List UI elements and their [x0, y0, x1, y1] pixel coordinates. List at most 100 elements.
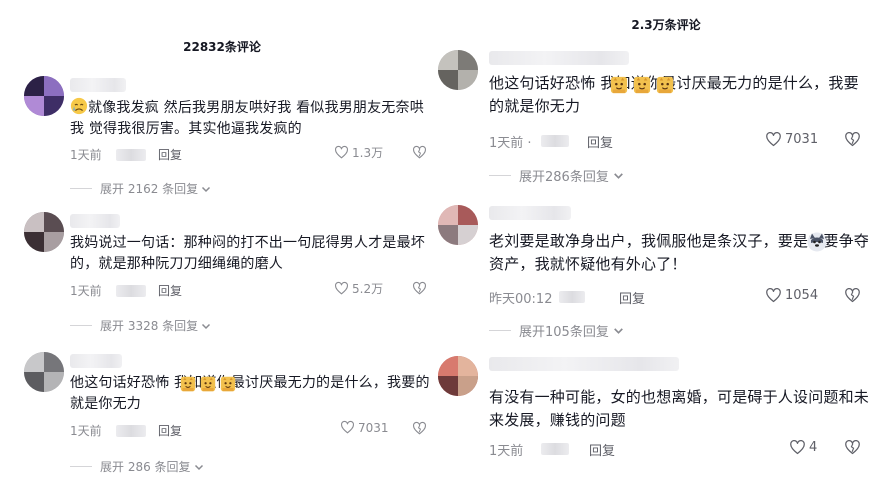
avatar[interactable]: [438, 50, 478, 90]
expand-replies-label: 展开 286 条回复: [100, 460, 191, 474]
avatar[interactable]: [438, 356, 478, 396]
husky-emoji-icon: [807, 232, 827, 252]
comment-time: 1天前 ·: [489, 136, 532, 151]
comment-time: 1天前: [70, 148, 102, 162]
like-button[interactable]: 7031: [340, 420, 389, 435]
cat-emoji-icon: [220, 376, 236, 392]
right-comment-panel: 2.3万条评论 他这句话好恐怖 我知道你最讨厌最无力的是什么，我要的就是你无力 …: [438, 0, 888, 484]
comment-text: 他这句话好恐怖 我知道你最讨厌最无力的是什么，我要的就是你无力: [70, 373, 430, 415]
dislike-icon[interactable]: [412, 281, 427, 296]
heart-outline-icon: [765, 131, 782, 148]
reply-button[interactable]: 回复: [158, 282, 182, 299]
heart-outline-icon: [789, 439, 806, 456]
like-button[interactable]: 7031: [765, 131, 818, 148]
heart-outline-icon: [340, 420, 355, 435]
cat-emoji-icon: [200, 376, 216, 392]
location-blurred: [116, 285, 146, 297]
comment-time: 1天前: [70, 424, 102, 438]
like-count: 7031: [358, 420, 389, 435]
divider-line: [70, 188, 92, 189]
dislike-icon[interactable]: [844, 439, 861, 456]
dislike-icon[interactable]: [844, 287, 861, 304]
comment-time: 昨天00:12: [489, 292, 553, 307]
avatar[interactable]: [24, 76, 64, 116]
comment-item: 就像我发疯 然后我男朋友哄好我 看似我男朋友无奈哄我 觉得我很厉害。其实他逼我发…: [0, 76, 444, 196]
emoji-group: [610, 76, 680, 94]
expand-replies-label: 展开 2162 条回复: [100, 182, 199, 196]
expand-replies[interactable]: 展开286条回复: [489, 166, 625, 185]
comment-item: 他这句话好恐怖 我知道你最讨厌最无力的是什么，我要的就是你无力 1天前 · 回复…: [438, 50, 888, 190]
expand-replies[interactable]: 展开 2162 条回复: [70, 180, 212, 197]
comment-text: 我妈说过一句话：那种闷的打不出一句屁得男人才是最坏的，就是那种阮刀刀细绳绳的磨人: [70, 235, 425, 272]
like-button[interactable]: 1054: [765, 287, 818, 304]
heart-outline-icon: [334, 281, 349, 296]
heart-outline-icon: [334, 145, 349, 160]
like-count: 4: [809, 440, 818, 455]
reply-button[interactable]: 回复: [619, 288, 645, 307]
divider-line: [70, 466, 92, 467]
comment-item: 有没有一种可能，女的也想离婚，可是碍于人设问题和未来发展，赚钱的问题 1天前 回…: [438, 356, 888, 476]
comment-meta: 1天前 回复 7031: [70, 420, 440, 440]
username[interactable]: [489, 357, 679, 371]
comment-time: 1天前: [70, 284, 102, 298]
comment-text-content: 就像我发疯 然后我男朋友哄好我 看似我男朋友无奈哄我 觉得我很厉害。其实他逼我发…: [70, 100, 424, 137]
chevron-down-icon: [612, 169, 625, 182]
avatar[interactable]: [438, 205, 478, 245]
comment-text: 就像我发疯 然后我男朋友哄好我 看似我男朋友无奈哄我 觉得我很厉害。其实他逼我发…: [70, 97, 430, 140]
location-blurred: [116, 149, 146, 161]
username[interactable]: [70, 354, 122, 368]
location-blurred: [559, 291, 585, 303]
reply-button[interactable]: 回复: [158, 422, 182, 439]
comment-item: 老刘要是敢净身出户，我佩服他是条汉子，要是非要争夺资产，我就怀疑他有外心了！ 昨…: [438, 205, 888, 345]
expand-replies-label: 展开105条回复: [519, 325, 609, 340]
comment-meta: 昨天00:12 回复 1054: [489, 287, 869, 307]
cat-emoji-icon: [180, 376, 196, 392]
reply-button[interactable]: 回复: [589, 440, 615, 459]
location-blurred: [541, 135, 569, 147]
comment-count-header: 2.3万条评论: [631, 18, 701, 32]
divider-line: [489, 175, 511, 176]
chevron-down-icon: [200, 320, 212, 332]
comment-meta: 1天前 回复 5.2万: [70, 280, 440, 300]
location-blurred: [116, 425, 146, 437]
dislike-icon[interactable]: [844, 131, 861, 148]
like-button[interactable]: 5.2万: [334, 280, 383, 297]
comment-meta: 1天前 回复 4: [489, 439, 869, 459]
expand-replies-label: 展开286条回复: [519, 170, 609, 185]
comment-text: 有没有一种可能，女的也想离婚，可是碍于人设问题和未来发展，赚钱的问题: [489, 388, 870, 429]
avatar[interactable]: [24, 352, 64, 392]
username[interactable]: [70, 214, 120, 228]
dislike-icon[interactable]: [412, 421, 427, 436]
reply-button[interactable]: 回复: [587, 132, 613, 151]
cat-emoji-icon: [610, 76, 628, 94]
comment-text-content: 他这句话好恐怖 我知道你最讨厌最无力的是什么，我要的就是你无力: [70, 375, 430, 412]
dislike-icon[interactable]: [412, 145, 427, 160]
like-button[interactable]: 4: [789, 439, 817, 456]
expand-replies[interactable]: 展开 3328 条回复: [70, 317, 212, 334]
heart-outline-icon: [765, 287, 782, 304]
reply-button[interactable]: 回复: [158, 146, 182, 163]
comment-meta: 1天前 · 回复 7031: [489, 131, 869, 151]
comment-meta: 1天前 回复 1.3万: [70, 144, 440, 164]
username[interactable]: [70, 78, 126, 92]
expand-replies[interactable]: 展开105条回复: [489, 321, 625, 340]
chevron-down-icon: [200, 183, 212, 195]
comment-time: 1天前: [489, 444, 524, 459]
like-count: 7031: [785, 132, 819, 147]
divider-line: [70, 325, 92, 326]
chevron-down-icon: [193, 461, 205, 473]
expand-replies[interactable]: 展开 286 条回复: [70, 458, 205, 475]
comment-item: 我妈说过一句话：那种闷的打不出一句屁得男人才是最坏的，就是那种阮刀刀细绳绳的磨人…: [0, 212, 444, 334]
left-comment-panel: 22832条评论 就像我发疯 然后我男朋友哄好我 看似我男朋友无奈哄我 觉得我很…: [0, 0, 444, 484]
avatar[interactable]: [24, 212, 64, 252]
username[interactable]: [489, 51, 629, 65]
comment-count-header: 22832条评论: [183, 40, 261, 54]
emoji-group: [180, 376, 242, 392]
like-button[interactable]: 1.3万: [334, 144, 383, 161]
like-count: 1.3万: [352, 146, 384, 160]
username[interactable]: [489, 206, 571, 220]
cat-emoji-icon: [633, 76, 651, 94]
chevron-down-icon: [612, 324, 625, 337]
cat-emoji-icon: [656, 76, 674, 94]
like-count: 1054: [785, 288, 819, 303]
